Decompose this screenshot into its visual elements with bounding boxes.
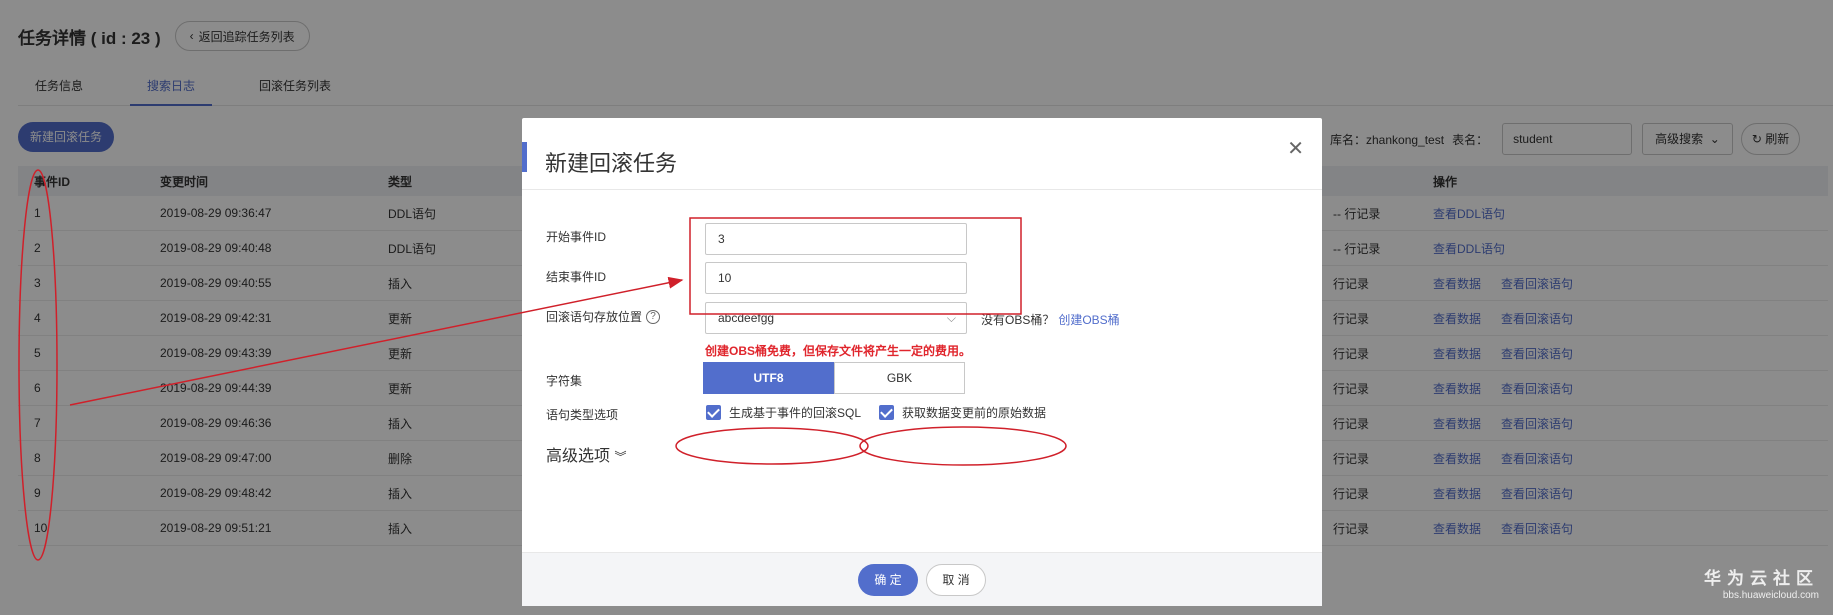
charset-label: 字符集	[546, 374, 583, 388]
storage-location-label: 回滚语句存放位置 ?	[546, 308, 661, 325]
double-chevron-down-icon: ︾	[614, 450, 627, 464]
end-event-id-label: 结束事件ID	[546, 270, 607, 284]
cancel-button[interactable]: 取 消	[926, 563, 986, 596]
obs-bucket-value: abcdeefgg	[718, 311, 775, 325]
charset-utf8-option[interactable]: UTF8	[703, 362, 834, 394]
checkbox-checked-icon[interactable]	[879, 405, 894, 420]
end-event-id-input[interactable]: 10	[705, 262, 967, 294]
watermark-main: 华为云社区	[1704, 569, 1819, 588]
option-original-data-label: 获取数据变更前的原始数据	[902, 406, 1047, 420]
new-rollback-dialog: 新建回滚任务 ✕ 开始事件ID 3 结束事件ID 10 回滚语句存放位置 ? a…	[522, 118, 1322, 606]
option-rollback-sql-label: 生成基于事件的回滚SQL	[729, 406, 862, 420]
obs-fee-note: 创建OBS桶免费，但保存文件将产生一定的费用。	[705, 344, 972, 358]
advanced-options-toggle[interactable]: 高级选项 ︾	[546, 442, 626, 466]
watermark-sub: bbs.huaweicloud.com	[1722, 590, 1819, 601]
option-rollback-sql[interactable]: 生成基于事件的回滚SQL	[706, 404, 861, 421]
advanced-options-label: 高级选项	[546, 448, 611, 465]
dialog-header: 新建回滚任务 ✕	[522, 118, 1322, 190]
dialog-accent-bar	[522, 142, 527, 172]
charset-selector: UTF8 GBK	[703, 362, 965, 394]
option-original-data[interactable]: 获取数据变更前的原始数据	[879, 404, 1046, 421]
help-icon[interactable]: ?	[646, 309, 661, 324]
no-obs-hint: 没有OBS桶？ 创建OBS桶	[981, 311, 1120, 328]
charset-gbk-option[interactable]: GBK	[834, 362, 965, 394]
obs-bucket-select[interactable]: abcdeefgg ⌵	[705, 302, 967, 334]
dialog-footer: 确 定 取 消	[522, 552, 1322, 606]
checkbox-checked-icon[interactable]	[706, 405, 721, 420]
statement-type-label: 语句类型选项	[546, 408, 619, 422]
dialog-title: 新建回滚任务	[545, 151, 678, 176]
storage-location-text: 回滚语句存放位置	[546, 310, 643, 324]
watermark: 华为云社区 bbs.huaweicloud.com	[1704, 564, 1819, 601]
dialog-body: 开始事件ID 3 结束事件ID 10 回滚语句存放位置 ? abcdeefgg …	[522, 190, 1322, 552]
start-event-id-input[interactable]: 3	[705, 223, 967, 255]
close-icon[interactable]: ✕	[1287, 136, 1304, 161]
confirm-button[interactable]: 确 定	[858, 563, 918, 596]
chevron-down-icon: ⌵	[946, 311, 956, 325]
start-event-id-label: 开始事件ID	[546, 230, 607, 244]
no-obs-text: 没有OBS桶？	[981, 313, 1055, 327]
create-obs-link[interactable]: 创建OBS桶	[1058, 313, 1119, 327]
